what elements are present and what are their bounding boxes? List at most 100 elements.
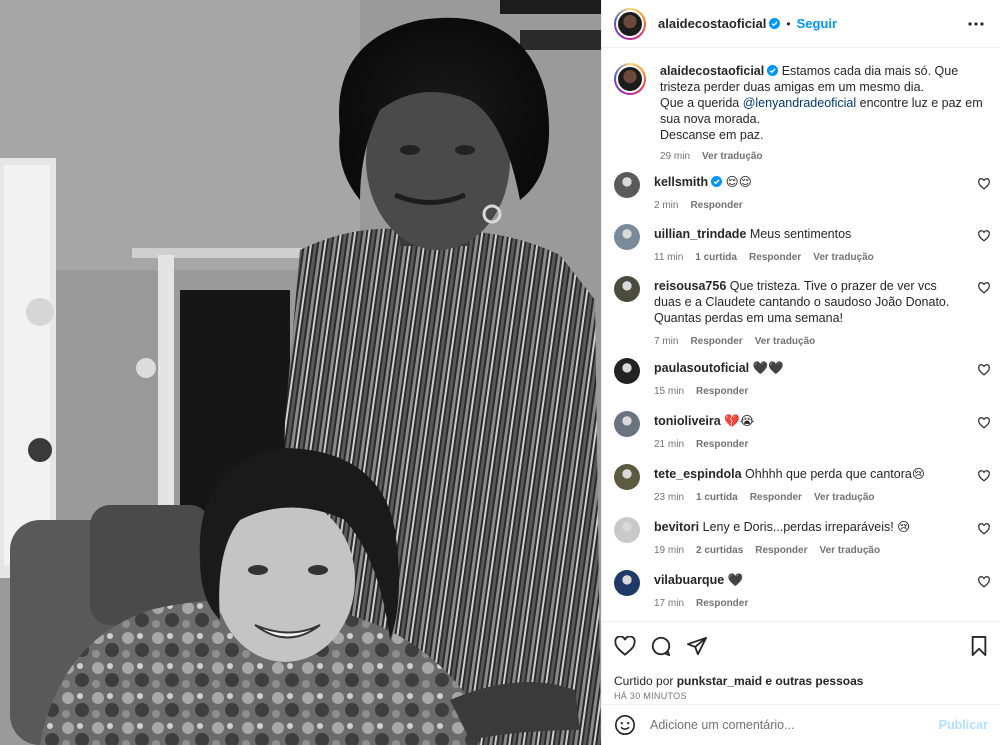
comment-like-heart-icon[interactable]	[978, 230, 990, 242]
comment-likes-count[interactable]: 1 curtida	[695, 250, 737, 266]
commenter-avatar[interactable]	[614, 570, 640, 596]
comment-likes-count[interactable]: 2 curtidas	[696, 543, 743, 559]
follow-button[interactable]: Seguir	[797, 16, 837, 31]
likes-user-link[interactable]: punkstar_maid	[677, 674, 762, 688]
commenter-username[interactable]: tete_espindola	[654, 467, 742, 481]
verified-badge-icon	[769, 18, 781, 29]
comment-row: reisousa756 Que tristeza. Tive o prazer …	[602, 276, 1000, 350]
commenter-username[interactable]: kellsmith	[654, 175, 708, 189]
commenter-username[interactable]: bevitori	[654, 520, 699, 534]
commenter-username[interactable]: reisousa756	[654, 279, 726, 293]
reply-button[interactable]: Responder	[696, 384, 748, 400]
likes-summary: Curtido por punkstar_maid e outras pesso…	[614, 674, 988, 688]
comment-time[interactable]: 11 min	[654, 250, 683, 266]
commenter-avatar[interactable]	[614, 517, 640, 543]
post-actions: Curtido por punkstar_maid e outras pesso…	[602, 621, 1000, 701]
comment-meta: 7 min Responder Ver tradução	[654, 334, 962, 350]
share-direct-icon[interactable]	[686, 636, 708, 656]
comment-text-line: reisousa756 Que tristeza. Tive o prazer …	[654, 278, 962, 326]
caption-translate-link[interactable]: Ver tradução	[702, 151, 763, 162]
comment-input[interactable]: Adicione um comentário...	[650, 718, 939, 732]
reply-button[interactable]: Responder	[755, 543, 807, 559]
comment-bubble-icon[interactable]	[650, 635, 672, 657]
comment-text: Leny e Doris...perdas irreparáveis! 😢	[702, 520, 911, 534]
comment-text: 💔😭	[724, 414, 755, 428]
caption-avatar[interactable]	[614, 63, 646, 95]
caption-mention-link[interactable]: @lenyandradeoficial	[743, 96, 856, 110]
verified-badge-icon	[767, 65, 779, 76]
commenter-username[interactable]: tonioliveira	[654, 414, 721, 428]
caption-line2-pre: Que a querida	[660, 96, 743, 110]
commenter-avatar[interactable]	[614, 224, 640, 250]
comment-like-heart-icon[interactable]	[978, 282, 990, 294]
caption-time[interactable]: 29 min	[660, 151, 690, 162]
comment-body: bevitori Leny e Doris...perdas irreparáv…	[654, 517, 984, 559]
likes-suffix[interactable]: e outras pessoas	[762, 674, 863, 688]
posted-ago[interactable]: HÁ 30 MINUTOS	[614, 691, 988, 701]
reply-button[interactable]: Responder	[749, 250, 801, 266]
comment-text-line: bevitori Leny e Doris...perdas irreparáv…	[654, 519, 962, 535]
like-heart-icon[interactable]	[614, 636, 636, 656]
comment-time[interactable]: 23 min	[654, 490, 684, 506]
comment-row: kellsmith 😌😌 2 min Responder	[602, 172, 1000, 214]
comment-time[interactable]: 15 min	[654, 384, 684, 400]
comment-text-line: vilabuarque 🖤	[654, 572, 962, 588]
commenter-avatar[interactable]	[614, 276, 640, 302]
publish-button[interactable]: Publicar	[939, 718, 988, 732]
reply-button[interactable]: Responder	[696, 437, 748, 453]
comment-text-line: tete_espindola Ohhhh que perda que canto…	[654, 466, 962, 482]
comment-meta: 19 min 2 curtidas Responder Ver tradução	[654, 543, 962, 559]
post-side-panel: alaidecostaoficial • Seguir alaidecostao…	[601, 0, 1000, 745]
commenter-username[interactable]: vilabuarque	[654, 573, 724, 587]
commenter-username[interactable]: uillian_trindade	[654, 227, 746, 241]
comment-text: 🖤🖤	[752, 361, 784, 375]
comment-body: reisousa756 Que tristeza. Tive o prazer …	[654, 276, 984, 350]
comment-like-heart-icon[interactable]	[978, 417, 990, 429]
comment-text: Meus sentimentos	[749, 227, 852, 241]
add-comment-bar: Adicione um comentário... Publicar	[602, 704, 1000, 745]
comment-row: paulasoutoficial 🖤🖤 15 min Responder	[602, 358, 1000, 400]
comment-time[interactable]: 7 min	[654, 334, 678, 350]
reply-button[interactable]: Responder	[690, 334, 742, 350]
more-options-icon[interactable]	[964, 12, 988, 36]
comments-scroll-area[interactable]: alaidecostaoficial Estamos cada dia mais…	[602, 49, 1000, 620]
translate-link[interactable]: Ver tradução	[813, 250, 874, 266]
commenter-username[interactable]: paulasoutoficial	[654, 361, 749, 375]
translate-link[interactable]: Ver tradução	[755, 334, 816, 350]
comment-text: Ohhhh que perda que cantora😢	[745, 467, 925, 481]
comment-like-heart-icon[interactable]	[978, 523, 990, 535]
caption-text: alaidecostaoficial Estamos cada dia mais…	[660, 63, 984, 143]
comment-time[interactable]: 19 min	[654, 543, 684, 559]
commenter-avatar[interactable]	[614, 172, 640, 198]
comment-time[interactable]: 17 min	[654, 596, 684, 612]
author-username[interactable]: alaidecostaoficial	[658, 16, 766, 31]
emoji-icon[interactable]	[614, 714, 636, 736]
comment-like-heart-icon[interactable]	[978, 364, 990, 376]
comment-body: tonioliveira 💔😭 21 min Responder	[654, 411, 984, 453]
comment-text-line: tonioliveira 💔😭	[654, 413, 962, 429]
reply-button[interactable]: Responder	[750, 490, 802, 506]
comment-likes-count[interactable]: 1 curtida	[696, 490, 738, 506]
comment-like-heart-icon[interactable]	[978, 178, 990, 190]
translate-link[interactable]: Ver tradução	[820, 543, 881, 559]
commenter-avatar[interactable]	[614, 411, 640, 437]
translate-link[interactable]: Ver tradução	[814, 490, 875, 506]
caption-username[interactable]: alaidecostaoficial	[660, 64, 764, 78]
reply-button[interactable]: Responder	[696, 596, 748, 612]
post-image	[0, 0, 601, 745]
comment-meta: 23 min 1 curtida Responder Ver tradução	[654, 490, 962, 506]
comment-time[interactable]: 2 min	[654, 198, 678, 214]
reply-button[interactable]: Responder	[690, 198, 742, 214]
post-photo[interactable]	[0, 0, 601, 745]
comment-text-line: kellsmith 😌😌	[654, 174, 962, 190]
comment-text: 🖤	[727, 573, 744, 587]
comment-body: uillian_trindade Meus sentimentos 11 min 1…	[654, 224, 984, 266]
caption-line3: Descanse em paz.	[660, 128, 764, 142]
save-bookmark-icon[interactable]	[970, 636, 988, 656]
comment-time[interactable]: 21 min	[654, 437, 684, 453]
commenter-avatar[interactable]	[614, 464, 640, 490]
comment-like-heart-icon[interactable]	[978, 470, 990, 482]
author-avatar[interactable]	[614, 7, 646, 40]
commenter-avatar[interactable]	[614, 358, 640, 384]
comment-like-heart-icon[interactable]	[978, 576, 990, 588]
